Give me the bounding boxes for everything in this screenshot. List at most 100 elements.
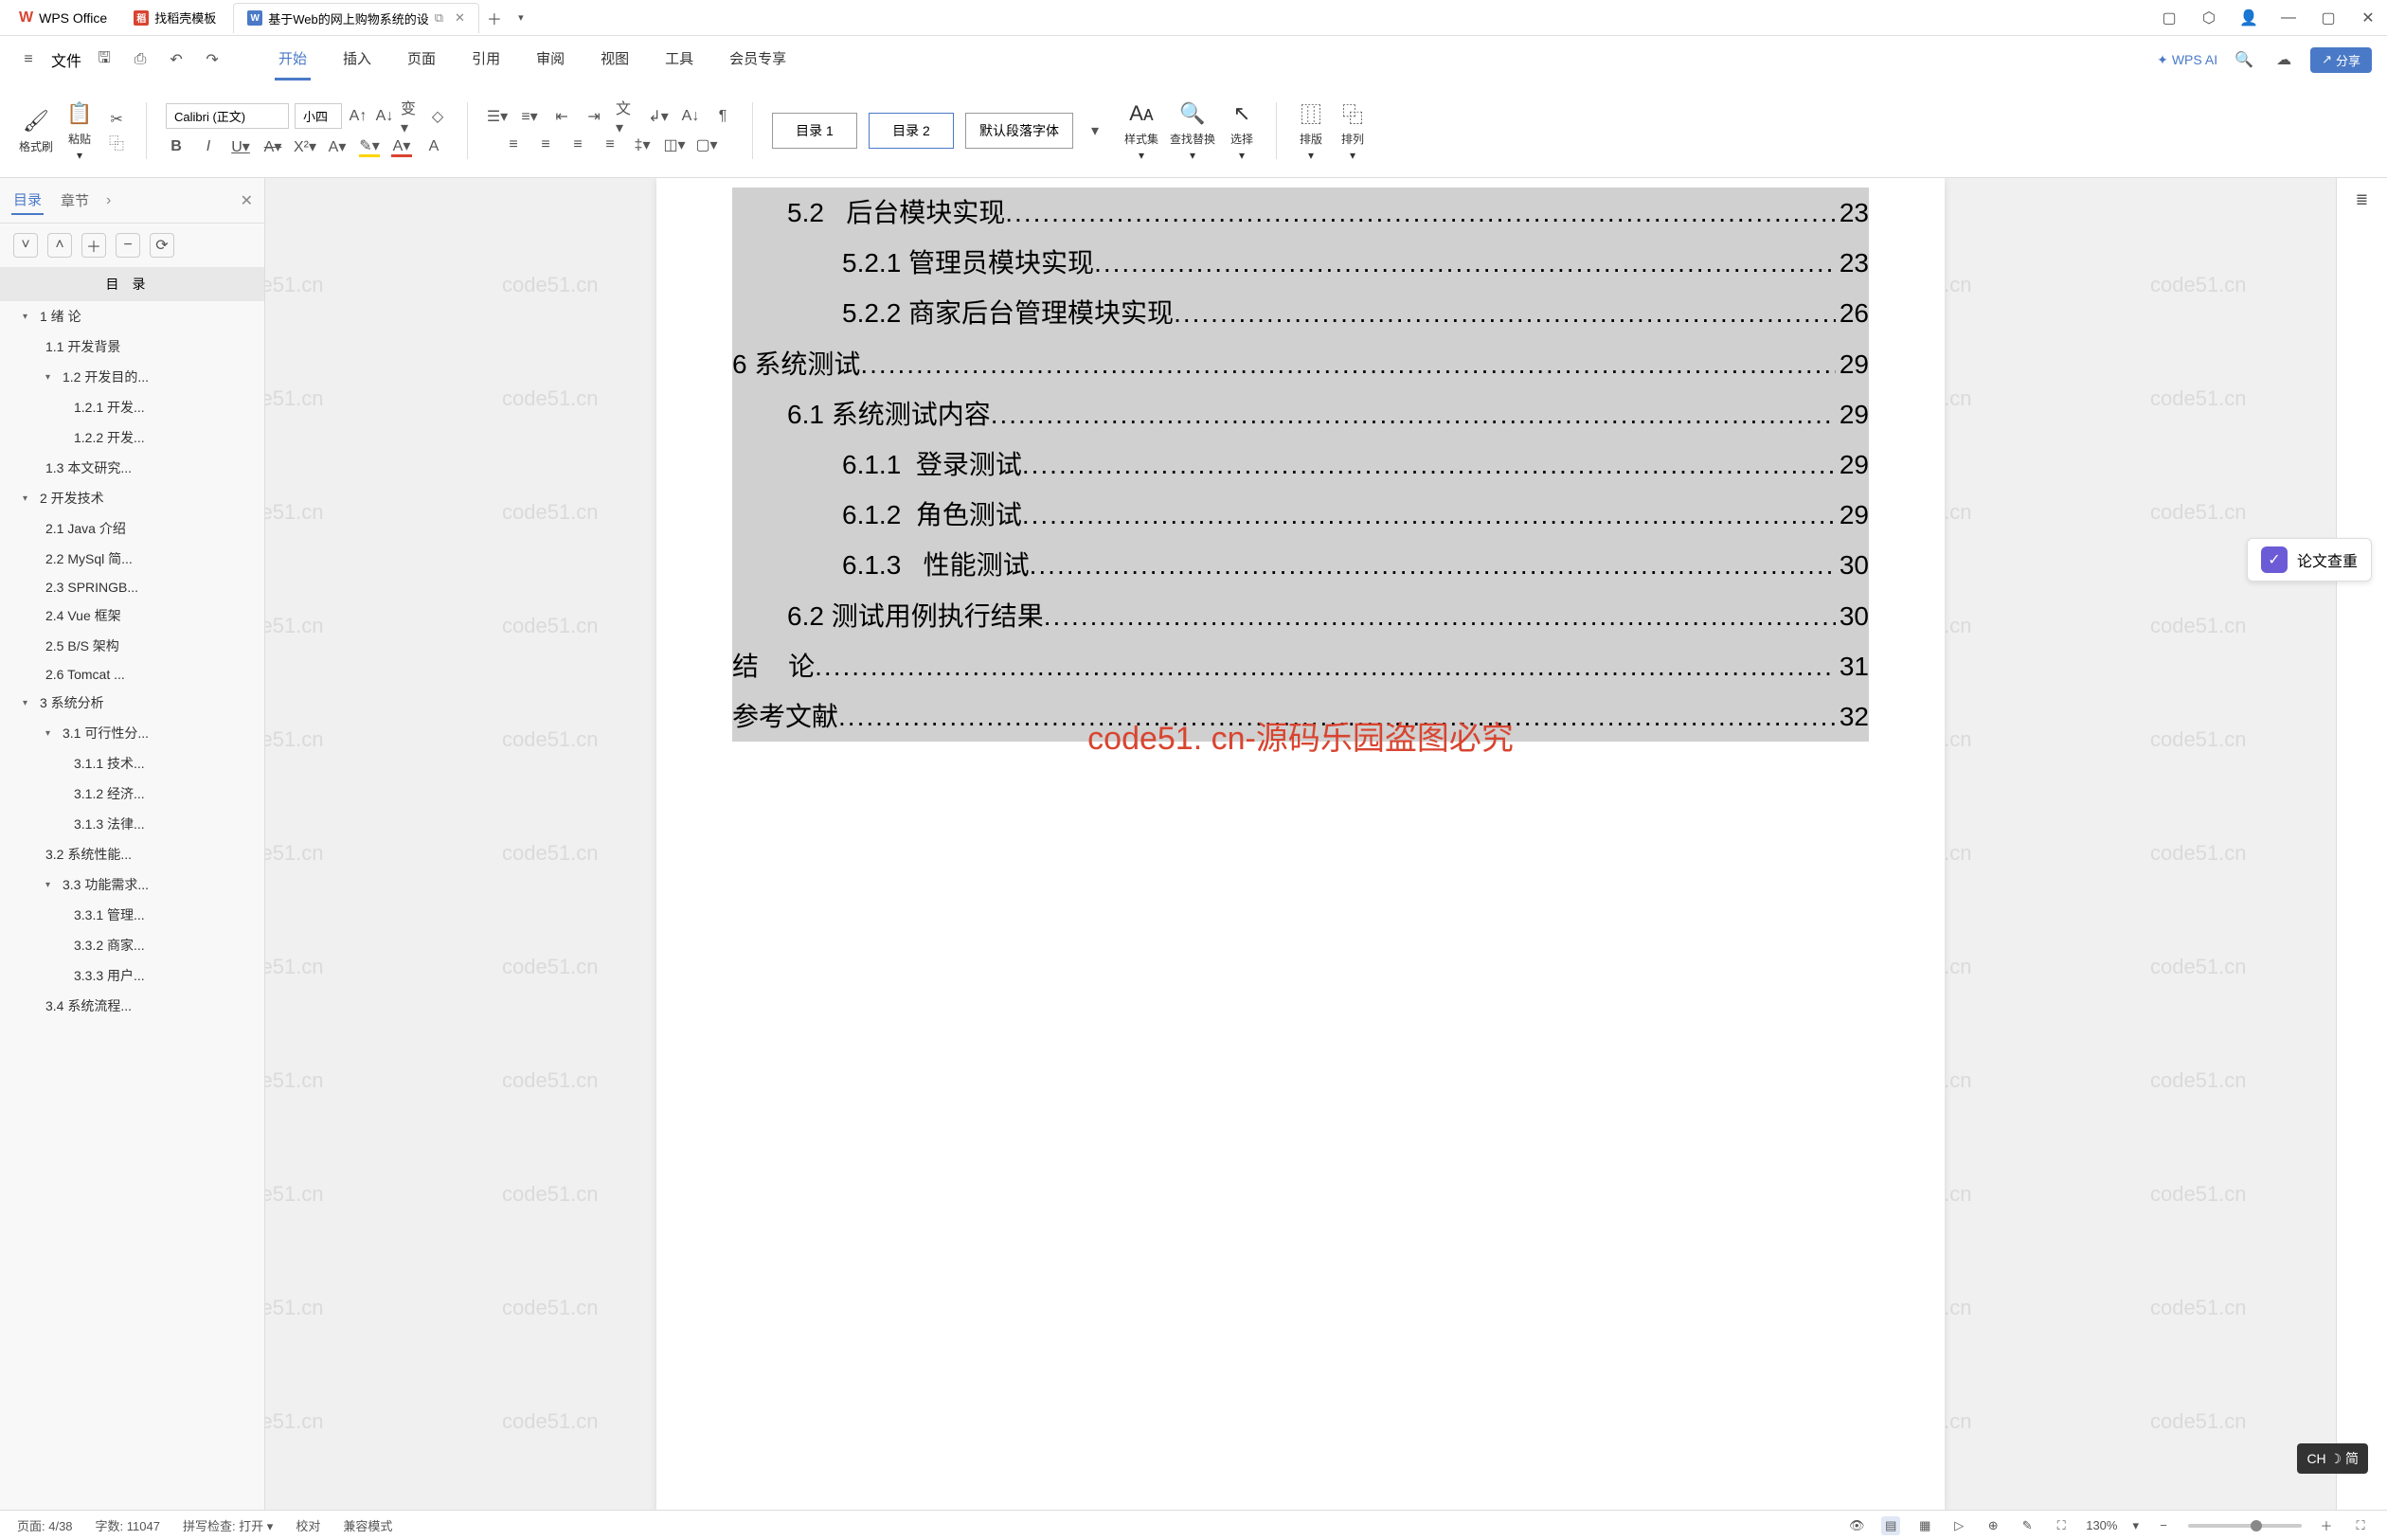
tab-page[interactable]: 页面	[404, 39, 440, 81]
target-icon[interactable]: ⊕	[1983, 1516, 2002, 1535]
toc-entry[interactable]: 6 系统测试..................................…	[732, 339, 1869, 389]
styles-button[interactable]: Aᴀ样式集▾	[1124, 98, 1158, 162]
redo-icon[interactable]: ↷	[199, 46, 225, 73]
outline-item[interactable]: ▾1 绪 论	[0, 301, 264, 331]
align-justify-icon[interactable]: ≡	[600, 134, 620, 155]
status-page[interactable]: 页面: 4/38	[17, 1516, 73, 1534]
toc-entry[interactable]: 6.2 测试用例执行结果............................…	[732, 591, 1869, 641]
tab-document[interactable]: W 基于Web的网上购物系统的设 ⧉ ✕	[233, 3, 479, 33]
outline-item[interactable]: 3.1.3 法律...	[0, 809, 264, 839]
outline-item[interactable]: 1.3 本文研究...	[0, 453, 264, 483]
italic-icon[interactable]: I	[198, 136, 219, 157]
hamburger-icon[interactable]: ≡	[15, 46, 42, 73]
toc-entry[interactable]: 参考文献....................................…	[732, 691, 1869, 742]
outline-item[interactable]: ▾2 开发技术	[0, 483, 264, 513]
sort-icon[interactable]: A↓	[680, 106, 701, 127]
cube-icon[interactable]: ⬡	[2198, 7, 2220, 29]
outline-item[interactable]: 3.1.2 经济...	[0, 779, 264, 809]
tab-view[interactable]: 视图	[597, 39, 633, 81]
outline-down-icon[interactable]: ˅	[13, 233, 38, 258]
paper-check-widget[interactable]: ✓ 论文查重	[2247, 538, 2372, 582]
status-compat[interactable]: 兼容模式	[343, 1516, 392, 1534]
font-select[interactable]: Calibri (正文)	[166, 103, 289, 129]
format-brush-button[interactable]: 🖌格式刷	[19, 106, 53, 154]
sidebar-tab-chapter[interactable]: 章节	[59, 187, 91, 214]
search-icon[interactable]: 🔍	[2231, 46, 2257, 73]
zoom-out-icon[interactable]: −	[2154, 1516, 2173, 1535]
outline-item[interactable]: 3.4 系统流程...	[0, 991, 264, 1021]
tab-template[interactable]: 稻 找稻壳模板	[120, 3, 229, 32]
ime-indicator[interactable]: CH ☽ 简	[2297, 1443, 2368, 1474]
outline-item[interactable]: 2.3 SPRINGB...	[0, 574, 264, 600]
tab-popup-icon[interactable]: ⧉	[435, 10, 443, 26]
toc-entry[interactable]: 6.1.3 性能测试..............................…	[732, 540, 1869, 590]
status-words[interactable]: 字数: 11047	[96, 1516, 160, 1534]
bold-icon[interactable]: B	[166, 136, 187, 157]
maximize-icon[interactable]: ▢	[2317, 7, 2340, 29]
copy-icon[interactable]: ⿻	[106, 132, 127, 152]
outline-item[interactable]: 2.2 MySql 简...	[0, 544, 264, 574]
underline-icon[interactable]: U▾	[230, 136, 251, 157]
align-right-icon[interactable]: ≡	[567, 134, 588, 155]
bullet-list-icon[interactable]: ☰▾	[487, 106, 508, 127]
play-icon[interactable]: ▷	[1949, 1516, 1968, 1535]
increase-font-icon[interactable]: A↑	[348, 106, 368, 127]
zoom-slider[interactable]	[2188, 1524, 2302, 1528]
line-break-icon[interactable]: ↲▾	[648, 106, 669, 127]
line-spacing-icon[interactable]: ‡▾	[632, 134, 653, 155]
pencil-icon[interactable]: ✎	[2018, 1516, 2037, 1535]
print-icon[interactable]: ⎙	[127, 46, 153, 73]
align-left-icon[interactable]: ≡	[503, 134, 524, 155]
cut-icon[interactable]: ✂	[106, 109, 127, 130]
outline-item[interactable]: 1.1 开发背景	[0, 331, 264, 362]
web-view-icon[interactable]: ▦	[1915, 1516, 1934, 1535]
text-highlight-icon[interactable]: ✎▾	[359, 136, 380, 157]
number-list-icon[interactable]: ≡▾	[519, 106, 540, 127]
shading-icon[interactable]: ◫▾	[664, 134, 685, 155]
superscript-icon[interactable]: X²▾	[295, 136, 315, 157]
status-proof[interactable]: 校对	[296, 1516, 320, 1534]
toc-entry[interactable]: 5.2.2 商家后台管理模块实现........................…	[732, 288, 1869, 338]
outline-item[interactable]: ▾1.2 开发目的...	[0, 362, 264, 392]
outline-item[interactable]: 2.6 Tomcat ...	[0, 661, 264, 688]
outline-item[interactable]: ▾3.3 功能需求...	[0, 869, 264, 900]
clear-format-icon[interactable]: ◇	[427, 106, 448, 127]
tab-review[interactable]: 审阅	[532, 39, 568, 81]
font-color-icon[interactable]: A▾	[391, 136, 412, 157]
tab-reference[interactable]: 引用	[468, 39, 504, 81]
outline-item[interactable]: 2.4 Vue 框架	[0, 600, 264, 631]
app-box-icon[interactable]: ▢	[2158, 7, 2181, 29]
align-center-icon[interactable]: ≡	[535, 134, 556, 155]
fullscreen-icon[interactable]: ⛶	[2351, 1516, 2370, 1535]
toc-entry[interactable]: 6.1.1 登录测试..............................…	[732, 439, 1869, 490]
outline-item[interactable]: ▾3 系统分析	[0, 688, 264, 718]
tab-insert[interactable]: 插入	[339, 39, 375, 81]
cloud-icon[interactable]: ☁	[2270, 46, 2297, 73]
strike-icon[interactable]: A▾	[262, 136, 283, 157]
arrange-button[interactable]: ⿻排列▾	[1337, 98, 1368, 162]
outline-item[interactable]: 3.1.1 技术...	[0, 748, 264, 779]
border-icon[interactable]: ▢▾	[696, 134, 717, 155]
fit-icon[interactable]: ⛶	[2052, 1516, 2071, 1535]
char-shading-icon[interactable]: A	[423, 136, 444, 157]
layout-button[interactable]: ⿲排版▾	[1296, 98, 1326, 162]
zoom-dropdown-icon[interactable]: ▾	[2132, 1518, 2139, 1533]
outline-item[interactable]: 3.3.3 用户...	[0, 960, 264, 991]
chevron-right-icon[interactable]: ›	[106, 192, 111, 209]
zoom-in-icon[interactable]: ＋	[2317, 1516, 2336, 1535]
outline-item[interactable]: 1.2.2 开发...	[0, 422, 264, 453]
increase-indent-icon[interactable]: ⇥	[583, 106, 604, 127]
outline-remove-icon[interactable]: −	[116, 233, 140, 258]
select-button[interactable]: ↖选择▾	[1227, 98, 1257, 162]
undo-icon[interactable]: ↶	[163, 46, 189, 73]
sidebar-close-icon[interactable]: ✕	[241, 191, 253, 210]
highlight-icon[interactable]: A▾	[327, 136, 348, 157]
outline-up-icon[interactable]: ˄	[47, 233, 72, 258]
toc-entry[interactable]: 6.1 系统测试内容..............................…	[732, 389, 1869, 439]
zoom-level[interactable]: 130%	[2086, 1518, 2117, 1532]
avatar-icon[interactable]: 👤	[2237, 7, 2260, 29]
file-menu[interactable]: 文件	[51, 48, 81, 71]
minimize-icon[interactable]: —	[2277, 7, 2300, 29]
decrease-indent-icon[interactable]: ⇤	[551, 106, 572, 127]
collapse-panel-icon[interactable]: ≣	[2352, 189, 2373, 210]
